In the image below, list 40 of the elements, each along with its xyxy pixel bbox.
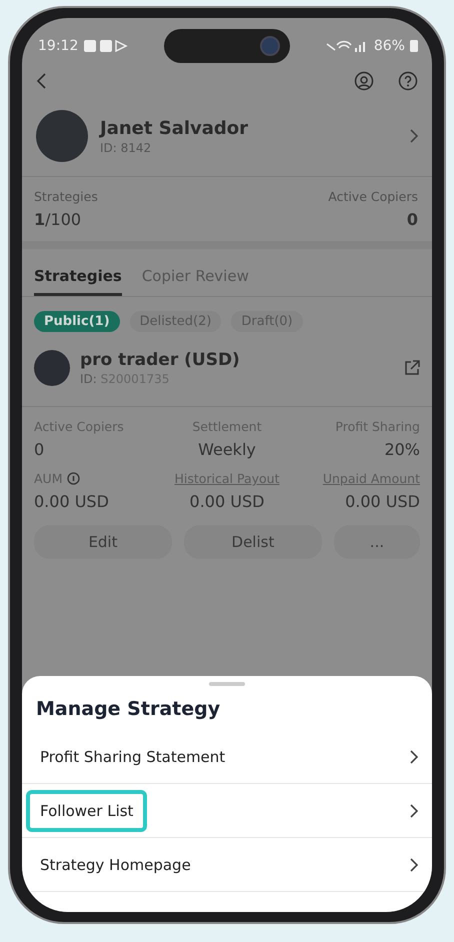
chevron-right-icon	[410, 750, 418, 764]
filter-chip[interactable]: Public(1)	[34, 311, 120, 332]
avatar-placeholder	[36, 110, 88, 162]
menu-item[interactable]: Strategy Homepage	[22, 838, 432, 892]
tab[interactable]: Copier Review	[142, 267, 249, 296]
stat-label: Strategies	[34, 189, 98, 204]
action-button[interactable]: ...	[334, 525, 420, 559]
battery-icon	[410, 40, 418, 52]
metric-value: 0.00 USD	[34, 492, 110, 511]
help-icon[interactable]	[398, 71, 418, 91]
metric-value: 0.00 USD	[190, 492, 264, 511]
metric-value: 0.00 USD	[345, 492, 420, 511]
battery-level: 86%	[374, 38, 405, 54]
action-button[interactable]: Delist	[184, 525, 322, 559]
profile-name: Janet Salvador	[100, 118, 250, 138]
strategy-name: pro trader (USD)	[80, 350, 241, 370]
stat-value: 0	[406, 210, 418, 229]
chevron-right-icon	[410, 858, 418, 872]
tab[interactable]: Strategies	[34, 267, 122, 296]
menu-item[interactable]: Follower List	[22, 784, 432, 838]
external-link-icon[interactable]	[404, 360, 420, 376]
metric-value: 20%	[384, 440, 420, 459]
chevron-right-icon	[410, 129, 418, 143]
stat-label: Active Copiers	[328, 189, 418, 204]
stat-value: 1/100	[34, 210, 82, 229]
notification-icons	[84, 40, 128, 52]
sheet-title: Manage Strategy	[35, 698, 222, 722]
chevron-right-icon	[410, 804, 418, 818]
user-circle-icon[interactable]	[354, 71, 374, 91]
menu-item[interactable]: Profit Sharing Statement	[22, 730, 432, 784]
metric-value: 0	[34, 440, 46, 459]
back-icon[interactable]	[36, 73, 46, 89]
avatar-placeholder	[34, 350, 70, 386]
sheet-handle[interactable]	[209, 682, 245, 686]
action-button[interactable]: Edit	[34, 525, 172, 559]
profile-id: ID: 8142	[100, 140, 152, 154]
status-time: 19:12	[38, 38, 78, 54]
profile-row[interactable]: Janet Salvador ID: 8142	[22, 96, 432, 177]
metric-value: Weekly	[198, 440, 256, 459]
info-icon[interactable]	[66, 472, 80, 485]
